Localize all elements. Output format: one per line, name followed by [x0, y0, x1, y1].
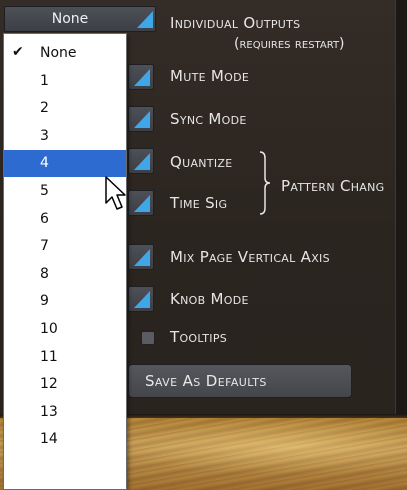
dropdown-item-label: 10	[40, 321, 58, 337]
dropdown-item[interactable]: 10	[4, 316, 126, 343]
selector-value: None	[51, 11, 89, 27]
dropdown-item[interactable]: 14	[4, 426, 126, 453]
dropdown-item-label: None	[40, 45, 77, 61]
triangle-corner-icon	[134, 249, 150, 266]
knob-mode-toggle[interactable]	[128, 286, 154, 312]
quantize-toggle[interactable]	[128, 148, 154, 174]
time-sig-toggle[interactable]	[128, 190, 154, 216]
triangle-corner-icon	[134, 111, 150, 128]
mix-page-vertical-axis-label: Mix Page Vertical Axis	[170, 248, 330, 266]
dropdown-item-label: 6	[40, 210, 49, 227]
triangle-corner-icon	[134, 291, 150, 308]
checkmark-icon: ✔	[12, 44, 24, 60]
sync-mode-label: Sync Mode	[170, 110, 247, 128]
requires-restart-note: (requires restart)	[234, 36, 345, 52]
mute-mode-toggle[interactable]	[128, 64, 154, 90]
tooltips-label: Tooltips	[170, 328, 228, 346]
dropdown-item-label: 1	[40, 72, 49, 89]
individual-outputs-label: Individual Outputs	[170, 14, 301, 32]
brace-icon	[259, 151, 271, 215]
dropdown-item[interactable]: 9	[4, 288, 126, 315]
dropdown-menu: ✔ None 1 2 3 4 5 6 7 8 9 10 11 12 13 14	[3, 33, 127, 490]
time-sig-label: Time Sig	[170, 194, 228, 212]
dropdown-item[interactable]: 2	[4, 95, 126, 122]
dropdown-item[interactable]: ✔ None	[4, 40, 126, 67]
panel-frame	[395, 0, 407, 418]
dropdown-item[interactable]: 12	[4, 371, 126, 398]
dropdown-item-label: 14	[40, 431, 58, 448]
quantize-label: Quantize	[170, 153, 233, 171]
output-count-selector[interactable]: None	[4, 6, 156, 32]
save-as-defaults-button[interactable]: Save As Defaults	[128, 364, 352, 398]
dropdown-item-label: 2	[40, 100, 49, 117]
dropdown-item-label: 7	[40, 238, 49, 255]
triangle-corner-icon	[137, 11, 153, 28]
dropdown-item-label: 4	[40, 155, 49, 172]
dropdown-item-label: 5	[40, 183, 49, 199]
dropdown-item-label: 3	[40, 127, 49, 144]
dropdown-item-label: 8	[40, 265, 49, 282]
sync-mode-toggle[interactable]	[128, 106, 154, 132]
dropdown-item[interactable]: 8	[4, 261, 126, 288]
dropdown-item[interactable]: 7	[4, 233, 126, 260]
dropdown-item-label: 11	[40, 348, 58, 365]
mouse-cursor-icon	[105, 176, 126, 210]
triangle-corner-icon	[134, 195, 150, 212]
dropdown-item-label: 13	[40, 403, 58, 420]
knob-mode-label: Knob Mode	[170, 290, 249, 308]
tooltips-checkbox[interactable]	[141, 331, 155, 345]
dropdown-item-label: 12	[40, 376, 58, 393]
save-as-defaults-label: Save As Defaults	[145, 372, 267, 390]
dropdown-item[interactable]: 11	[4, 344, 126, 371]
dropdown-item[interactable]: 13	[4, 399, 126, 426]
triangle-corner-icon	[134, 69, 150, 86]
triangle-corner-icon	[134, 153, 150, 170]
pattern-change-label: Pattern Chang	[281, 177, 385, 195]
mix-page-vertical-axis-toggle[interactable]	[128, 244, 154, 270]
dropdown-item[interactable]: 3	[4, 123, 126, 150]
mute-mode-label: Mute Mode	[170, 67, 250, 85]
dropdown-item[interactable]: 4	[4, 150, 126, 178]
dropdown-item-label: 9	[40, 293, 49, 310]
dropdown-item[interactable]: 1	[4, 68, 126, 95]
